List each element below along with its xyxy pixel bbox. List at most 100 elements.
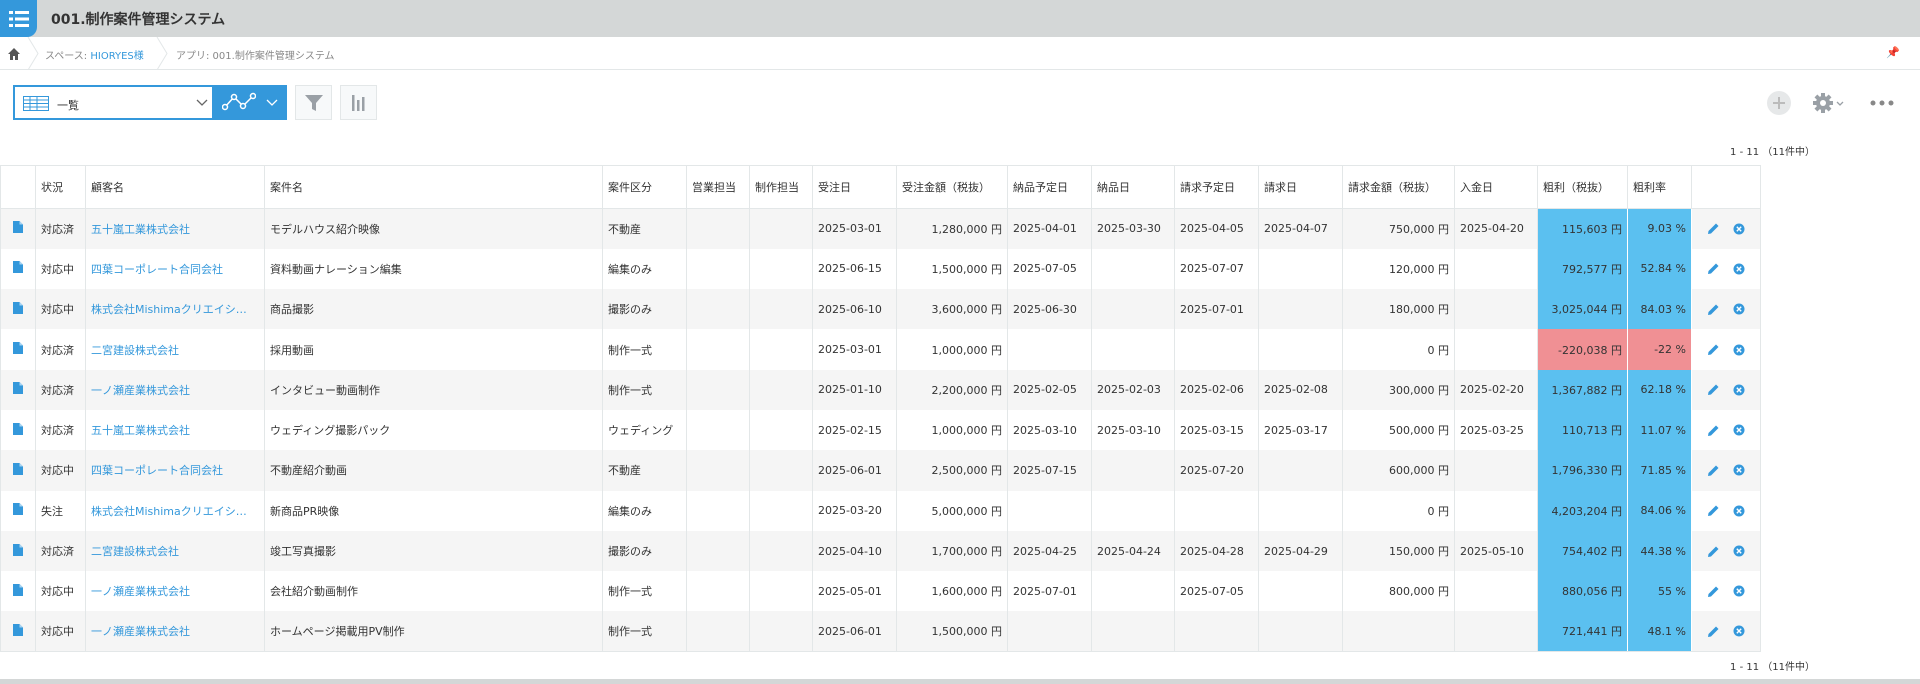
record-file-icon[interactable] [13, 422, 23, 435]
customer-link[interactable]: 二宮建設株式会社 [85, 329, 265, 370]
column-header[interactable]: 案件区分 [602, 165, 687, 209]
customer-link[interactable]: 五十嵐工業株式会社 [85, 409, 265, 451]
record-file-icon[interactable] [13, 503, 23, 516]
column-header[interactable]: 営業担当 [686, 165, 750, 209]
table-cell: 4,203,204 円 [1537, 490, 1628, 531]
table-cell: 2025-01-10 [812, 369, 897, 410]
record-detail-cell[interactable] [0, 369, 36, 410]
customer-link[interactable]: 五十嵐工業株式会社 [85, 208, 265, 249]
column-header[interactable]: 状況 [35, 165, 86, 209]
record-file-icon[interactable] [13, 623, 23, 636]
record-file-icon[interactable] [13, 382, 23, 395]
edit-pencil-icon[interactable] [1707, 545, 1720, 558]
delete-circle-icon[interactable] [1733, 263, 1745, 275]
record-detail-cell[interactable] [0, 409, 36, 451]
record-detail-cell[interactable] [0, 208, 36, 249]
breadcrumb-app[interactable]: アプリ: 001.制作案件管理システム [176, 47, 335, 62]
column-header[interactable]: 粗利（税抜） [1537, 165, 1628, 209]
column-header[interactable]: 入金日 [1454, 165, 1538, 209]
column-header[interactable]: 請求金額（税抜） [1342, 165, 1455, 209]
edit-pencil-icon[interactable] [1707, 343, 1720, 356]
breadcrumb-space[interactable]: スペース: HIORYES様 [45, 47, 144, 62]
delete-circle-icon[interactable] [1733, 424, 1745, 436]
more-icon[interactable] [1870, 98, 1894, 108]
customer-link[interactable]: 株式会社Mishimaクリエイシ… [85, 490, 265, 531]
filter-button[interactable] [295, 85, 332, 120]
table-cell [1091, 329, 1175, 370]
table-cell: 対応中 [35, 571, 86, 612]
table-cell: 2025-03-17 [1258, 409, 1343, 451]
record-file-icon[interactable] [13, 221, 23, 234]
edit-pencil-icon[interactable] [1707, 424, 1720, 437]
column-header[interactable]: 受注日 [812, 165, 897, 209]
delete-circle-icon[interactable] [1733, 303, 1745, 315]
row-actions [1691, 450, 1761, 491]
edit-pencil-icon[interactable] [1707, 585, 1720, 598]
pin-icon[interactable]: 📌 [1886, 46, 1900, 59]
column-header[interactable]: 制作担当 [749, 165, 813, 209]
view-select[interactable]: 一覧 [13, 85, 214, 120]
record-detail-cell[interactable] [0, 571, 36, 612]
delete-circle-icon[interactable] [1733, 384, 1745, 396]
record-detail-cell[interactable] [0, 248, 36, 290]
record-file-icon[interactable] [13, 301, 23, 314]
graph-button[interactable] [214, 85, 287, 120]
column-header[interactable]: 請求予定日 [1174, 165, 1259, 209]
customer-link[interactable]: 四葉コーポレート合同会社 [85, 248, 265, 290]
record-file-icon[interactable] [13, 342, 23, 355]
column-header[interactable]: 納品予定日 [1007, 165, 1092, 209]
column-header[interactable]: 受注金額（税抜） [896, 165, 1008, 209]
customer-link[interactable]: 一ノ瀬産業株式会社 [85, 369, 265, 410]
edit-pencil-icon[interactable] [1707, 625, 1720, 638]
table-cell [686, 409, 750, 451]
table-view-icon [23, 96, 49, 111]
row-actions [1691, 490, 1761, 531]
table-cell: 1,500,000 円 [896, 248, 1008, 290]
plus-icon[interactable] [1766, 90, 1792, 116]
record-file-icon[interactable] [13, 543, 23, 556]
customer-link[interactable]: 二宮建設株式会社 [85, 530, 265, 572]
edit-pencil-icon[interactable] [1707, 222, 1720, 235]
column-header[interactable]: 粗利率 [1627, 165, 1692, 209]
edit-pencil-icon[interactable] [1707, 504, 1720, 517]
record-detail-cell[interactable] [0, 530, 36, 572]
chart-button[interactable] [340, 85, 377, 120]
edit-pencil-icon[interactable] [1707, 464, 1720, 477]
table-cell: 2,200,000 円 [896, 369, 1008, 410]
delete-circle-icon[interactable] [1733, 625, 1745, 637]
delete-circle-icon[interactable] [1733, 344, 1745, 356]
edit-pencil-icon[interactable] [1707, 303, 1720, 316]
delete-circle-icon[interactable] [1733, 464, 1745, 476]
delete-circle-icon[interactable] [1733, 223, 1745, 235]
edit-pencil-icon[interactable] [1707, 383, 1720, 396]
edit-pencil-icon[interactable] [1707, 262, 1720, 275]
delete-circle-icon[interactable] [1733, 545, 1745, 557]
pager-top: 1 - 11 （11件中） [1730, 147, 1815, 158]
record-file-icon[interactable] [13, 261, 23, 274]
table-cell: 55 % [1627, 571, 1692, 612]
column-header[interactable]: 案件名 [264, 165, 603, 209]
column-header[interactable]: 納品日 [1091, 165, 1175, 209]
customer-link[interactable]: 四葉コーポレート合同会社 [85, 450, 265, 491]
delete-circle-icon[interactable] [1733, 505, 1745, 517]
record-detail-cell[interactable] [0, 450, 36, 491]
customer-link[interactable]: 株式会社Mishimaクリエイシ… [85, 289, 265, 330]
record-detail-cell[interactable] [0, 329, 36, 370]
record-file-icon[interactable] [13, 462, 23, 475]
table-cell: 2025-07-05 [1007, 248, 1092, 290]
record-detail-cell[interactable] [0, 490, 36, 531]
menu-icon[interactable] [0, 0, 37, 37]
breadcrumb-space-link[interactable]: HIORYES様 [90, 51, 143, 62]
customer-link[interactable]: 一ノ瀬産業株式会社 [85, 571, 265, 612]
home-icon[interactable] [6, 46, 22, 62]
record-file-icon[interactable] [13, 583, 23, 596]
record-detail-cell[interactable] [0, 289, 36, 330]
delete-circle-icon[interactable] [1733, 585, 1745, 597]
column-header[interactable]: 請求日 [1258, 165, 1343, 209]
table-cell: 115,603 円 [1537, 208, 1628, 249]
record-detail-cell[interactable] [0, 611, 36, 653]
gear-icon[interactable] [1812, 92, 1848, 114]
customer-link[interactable]: 一ノ瀬産業株式会社 [85, 611, 265, 653]
column-header[interactable]: 顧客名 [85, 165, 265, 209]
table-cell: 0 円 [1342, 490, 1455, 531]
